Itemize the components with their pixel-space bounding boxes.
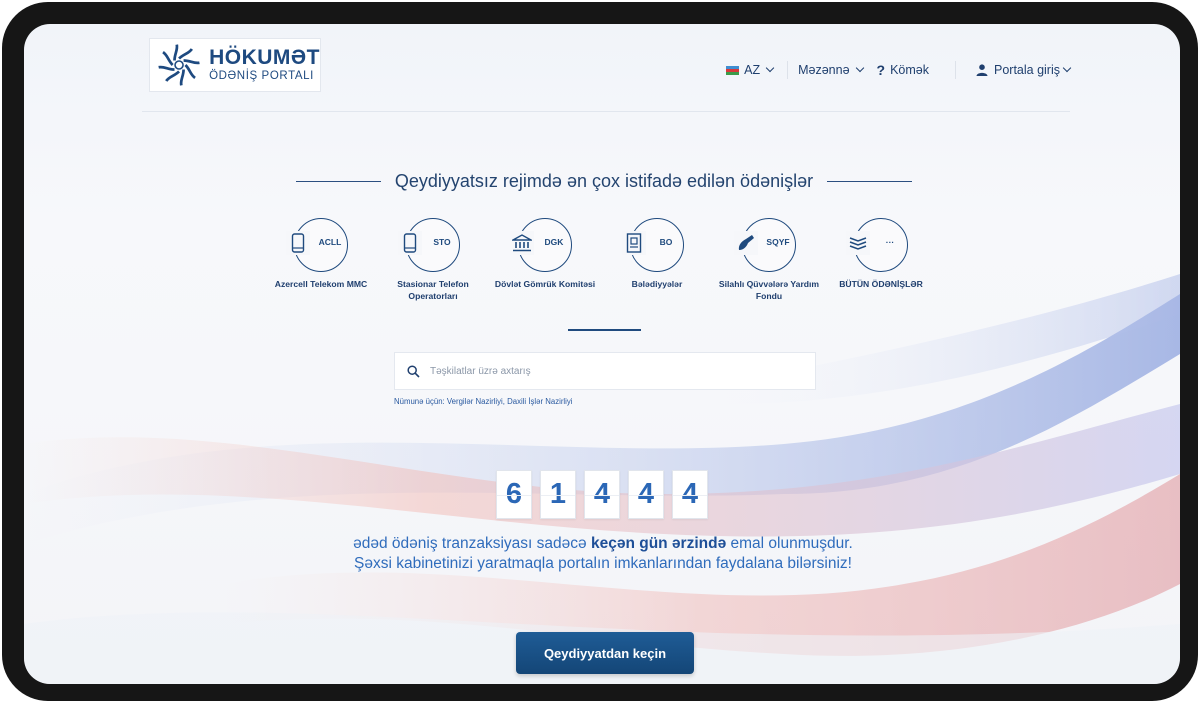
- service-label: Stasionar Telefon Operatorları: [397, 279, 469, 301]
- logo-subtitle: ÖDƏNİŞ PORTALI: [209, 70, 314, 82]
- service-label: Bələdiyyələr: [631, 279, 683, 289]
- service-all-payments[interactable]: ··· BÜTÜN ÖDƏNİŞLƏR: [821, 218, 941, 290]
- nav-divider: [787, 61, 789, 79]
- counter-digit: 6: [496, 470, 532, 519]
- heading-rule-right: [827, 180, 912, 182]
- service-bo[interactable]: BO Bələdiyyələr: [597, 218, 717, 290]
- government-building-icon: [510, 231, 534, 255]
- section-divider: [568, 329, 641, 331]
- counter-digit: 4: [628, 470, 664, 519]
- counter-digit: 4: [672, 470, 708, 519]
- transaction-counter: 6 1 4 4 4: [496, 470, 708, 519]
- mobile-phone-icon: [286, 231, 310, 255]
- language-selector[interactable]: AZ: [726, 63, 775, 77]
- phone-icon: [398, 231, 422, 255]
- message-part1: ədəd ödəniş tranzaksiyası sadəcə: [353, 535, 591, 552]
- question-mark-icon: ?: [876, 62, 886, 78]
- search-icon: [407, 364, 420, 378]
- organization-search[interactable]: [394, 352, 816, 390]
- counter-digit: 1: [540, 470, 576, 519]
- chevron-down-icon: [765, 63, 775, 73]
- help-link[interactable]: ? Kömək: [877, 62, 929, 78]
- nav-divider: [955, 61, 956, 79]
- service-code: ···: [885, 237, 895, 247]
- device-frame: HÖKUMƏT ÖDƏNİŞ PORTALI AZ Məzənnə ? Kömə…: [2, 2, 1198, 701]
- logo-title: HÖKUMƏT: [209, 46, 320, 69]
- browser-viewport: HÖKUMƏT ÖDƏNİŞ PORTALI AZ Məzənnə ? Kömə…: [24, 24, 1180, 684]
- site-header: HÖKUMƏT ÖDƏNİŞ PORTALI AZ Məzənnə ? Kömə…: [142, 38, 1072, 112]
- top-nav: AZ Məzənnə ? Kömək Portala giriş: [726, 60, 1072, 80]
- login-label: Portala giriş: [994, 63, 1060, 77]
- service-dgk[interactable]: DGK Dövlət Gömrük Komitəsi: [485, 218, 605, 290]
- help-label: Kömək: [890, 63, 929, 77]
- search-example-hint: Nümunə üçün: Vergilər Nazirliyi, Daxili …: [394, 397, 573, 406]
- heading-rule-left: [296, 180, 381, 182]
- all-payments-icon: [846, 231, 870, 255]
- document-icon: [622, 231, 646, 255]
- service-code: ACLL: [318, 237, 342, 247]
- service-code: SQYF: [766, 237, 790, 247]
- popular-payments-heading: Qeydiyyatsız rejimdə ən çox istifadə edi…: [296, 168, 912, 194]
- logo-emblem-icon: [158, 44, 200, 86]
- chevron-down-icon: [855, 63, 864, 73]
- hand-icon: [734, 231, 758, 255]
- message-line2: Şəxsi kabinetinizi yaratmaqla portalın i…: [354, 555, 852, 572]
- user-icon: [976, 64, 988, 76]
- service-sqyf[interactable]: SQYF Silahlı Qüvvələrə Yardım Fondu: [709, 218, 829, 302]
- azerbaijan-flag-icon: [726, 65, 740, 75]
- register-button[interactable]: Qeydiyyatdan keçin: [516, 632, 694, 674]
- service-acll[interactable]: ACLL Azercell Telekom MMC: [261, 218, 381, 290]
- counter-digit: 4: [584, 470, 620, 519]
- portal-login-menu[interactable]: Portala giriş: [976, 63, 1072, 77]
- service-code: DGK: [544, 237, 564, 247]
- currency-rates-menu[interactable]: Məzənnə: [798, 63, 864, 77]
- service-label: BÜTÜN ÖDƏNİŞLƏR: [839, 279, 923, 289]
- message-part2: emal olunmuşdur.: [726, 535, 853, 552]
- transactions-message: ədəd ödəniş tranzaksiyası sadəcə keçən g…: [302, 534, 904, 574]
- service-label: Dövlət Gömrük Komitəsi: [494, 279, 596, 289]
- service-code: BO: [659, 237, 673, 247]
- service-code: STO: [433, 237, 451, 247]
- service-label: Silahlı Qüvvələrə Yardım Fondu: [718, 279, 820, 301]
- service-label: Azercell Telekom MMC: [274, 279, 368, 289]
- portal-logo[interactable]: HÖKUMƏT ÖDƏNİŞ PORTALI: [149, 38, 321, 92]
- search-input[interactable]: [430, 365, 790, 377]
- currency-label: Məzənnə: [798, 63, 850, 77]
- headline-text: Qeydiyyatsız rejimdə ən çox istifadə edi…: [394, 170, 814, 191]
- message-highlight: keçən gün ərzində: [590, 535, 727, 552]
- language-label: AZ: [744, 63, 761, 77]
- chevron-down-icon: [1062, 63, 1072, 73]
- service-sto[interactable]: STO Stasionar Telefon Operatorları: [373, 218, 493, 302]
